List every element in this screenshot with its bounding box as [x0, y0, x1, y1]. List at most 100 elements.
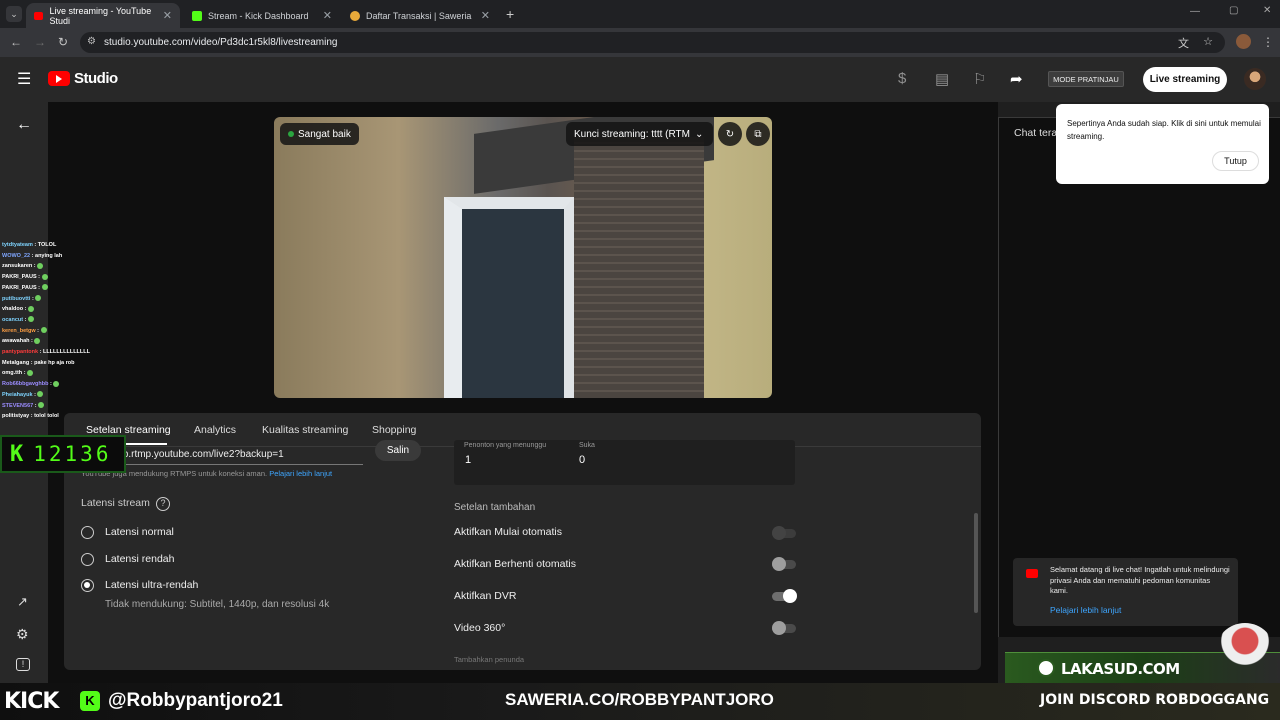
lakasud-logo-icon — [1037, 659, 1055, 677]
mascot-image — [1215, 623, 1275, 683]
overlay-chat-line: Metalgang : pake hp aja rob — [2, 359, 75, 366]
toggle-auto-start[interactable] — [772, 526, 796, 540]
monetization-icon[interactable]: $ — [898, 70, 906, 87]
chat-emote-icon — [41, 284, 48, 291]
help-icon[interactable]: ? — [156, 497, 170, 511]
chat-username: vhaldoo — [2, 306, 24, 313]
back-icon[interactable]: ← — [10, 35, 22, 49]
tab-stream-quality[interactable]: Kualitas streaming — [262, 424, 348, 436]
overlay-chat-line: ocancut : — [2, 315, 122, 326]
overlay-chat-line: Rob66bbgavghbb : — [2, 379, 122, 390]
clapperboard-icon[interactable]: ▤ — [935, 70, 949, 88]
kick-logo-icon: K — [80, 691, 100, 711]
refresh-key-icon[interactable]: ↻ — [718, 122, 742, 146]
preview-mode-button[interactable]: MODE PRATINJAU — [1048, 71, 1124, 87]
kick-brand: KICK — [4, 689, 59, 714]
copy-key-icon[interactable]: ⧉ — [746, 122, 770, 146]
radio-latency-ultra-low[interactable] — [81, 579, 94, 592]
chat-emote-icon — [37, 391, 44, 398]
overlay-chat-line: pantypantonk : LLLLLLLLLLLLLL — [2, 349, 90, 356]
browser-toolbar: ← → ↻ ⚙ studio.youtube.com/video/Pd3dc1r… — [0, 28, 1280, 57]
chat-username: Rob66bbgavghbb — [2, 381, 49, 388]
minimize-window-icon[interactable]: — — [1190, 6, 1200, 17]
chat-welcome-card: Selamat datang di live chat! Ingatlah un… — [1013, 558, 1238, 626]
kick-viewer-counter: K 12136 — [0, 435, 126, 473]
site-info-icon[interactable]: ⚙ — [87, 36, 96, 47]
toggle-dvr[interactable] — [772, 589, 797, 603]
new-tab-button[interactable]: + — [506, 6, 514, 22]
panel-scrollbar[interactable] — [974, 513, 978, 613]
youtube-favicon-icon — [34, 11, 44, 20]
live-streaming-button[interactable]: Live streaming — [1143, 67, 1227, 92]
chat-username: putibuovtti — [2, 295, 31, 302]
hamburger-menu-icon[interactable]: ☰ — [17, 69, 31, 89]
lakasud-text: LAKASUD.COM — [1061, 660, 1180, 678]
tab-shopping[interactable]: Shopping — [372, 424, 416, 436]
backup-url-field[interactable]: /b.rtmp.youtube.com/live2?backup=1 — [120, 447, 363, 465]
chat-emote-icon — [38, 402, 45, 409]
overlay-chat-line: omg.tth : — [2, 368, 122, 379]
chat-username: omg.tth — [2, 370, 23, 377]
lakasud-banner: LAKASUD.COM — [1005, 623, 1280, 683]
bookmark-icon[interactable]: ⚐ — [973, 70, 986, 88]
stats-box: Penonton yang menunggu 1 Suka 0 — [454, 440, 795, 485]
profile-avatar[interactable] — [1236, 34, 1251, 49]
health-dot-icon — [288, 131, 294, 137]
restore-window-icon[interactable]: ▢ — [1229, 5, 1238, 16]
close-tab-icon[interactable]: ✕ — [323, 9, 332, 22]
extra-settings-title: Setelan tambahan — [454, 502, 536, 513]
tab-youtube-studio[interactable]: Live streaming - YouTube Studi ✕ — [26, 3, 180, 28]
discord-invite: JOIN DISCORD ROBDOGGANG — [1040, 692, 1270, 708]
tab-title: Stream - Kick Dashboard — [208, 10, 309, 21]
chat-emote-icon — [40, 327, 47, 334]
reload-icon[interactable]: ↻ — [58, 35, 68, 49]
close-window-icon[interactable]: ✕ — [1263, 5, 1271, 16]
studio-logo[interactable]: Studio — [48, 70, 118, 87]
overlay-chat-line: WOWO_22 : anying lah — [2, 252, 63, 259]
translate-icon[interactable]: 文 — [1178, 35, 1189, 51]
kick-favicon-icon — [192, 10, 202, 21]
chat-username: politistyay — [2, 413, 30, 420]
close-tab-icon[interactable]: ✕ — [481, 9, 490, 22]
studio-header: ☰ Studio $ ▤ ⚐ ➦ MODE PRATINJAU Live str… — [0, 57, 1280, 102]
chat-title[interactable]: Chat tera — [1014, 127, 1057, 139]
overlay-chat-line: politistyay : tolol tolol — [2, 413, 59, 420]
back-arrow-icon[interactable]: ← — [16, 116, 32, 134]
tab-title: Daftar Transaksi | Saweria — [366, 10, 472, 21]
rtmps-learn-more-link[interactable]: Pelajari lebih lanjut — [269, 469, 332, 478]
toggle-360-video[interactable] — [772, 621, 796, 635]
stream-key-dropdown[interactable]: Kunci streaming: tttt (RTMI ⌄ — [566, 122, 713, 146]
kick-logo-icon: K — [10, 441, 24, 467]
chat-message: LLLLLLLLLLLLLL — [42, 349, 90, 356]
youtube-logo-icon — [48, 71, 70, 86]
stream-bottom-bar: KICK K @Robbypantjoro21 SAWERIA.CO/ROBBY… — [0, 683, 1280, 720]
tab-kick-dashboard[interactable]: Stream - Kick Dashboard ✕ — [184, 3, 340, 28]
copy-url-button[interactable]: Salin — [375, 440, 421, 461]
forward-icon[interactable]: → — [34, 35, 46, 49]
stream-preview[interactable]: Sangat baik Kunci streaming: tttt (RTMI … — [274, 117, 772, 398]
share-icon[interactable]: ➦ — [1010, 70, 1023, 88]
tab-saweria[interactable]: Daftar Transaksi | Saweria ✕ — [342, 3, 498, 28]
tab-list-button[interactable]: ⌄ — [6, 6, 22, 22]
bookmark-star-icon[interactable]: ☆ — [1203, 35, 1213, 48]
radio-latency-low[interactable] — [81, 553, 94, 566]
close-popup-button[interactable]: Tutup — [1212, 151, 1259, 171]
channel-avatar[interactable] — [1244, 68, 1266, 90]
youtube-logo-icon — [1026, 569, 1038, 578]
close-tab-icon[interactable]: ✕ — [163, 9, 172, 22]
browser-menu-icon[interactable]: ⋮ — [1262, 35, 1274, 49]
overlay-chat-line: tytdtyateam : TOLOL — [2, 242, 57, 248]
external-link-icon[interactable]: ↗ — [17, 594, 28, 610]
settings-gear-icon[interactable]: ⚙ — [16, 626, 29, 643]
overlay-chat-line: putibuovtti : — [2, 294, 122, 305]
chat-message: TOLOL — [37, 242, 57, 248]
overlay-chat-line: zansukaren : — [2, 261, 122, 272]
tab-analytics[interactable]: Analytics — [194, 424, 236, 436]
chat-emote-icon — [27, 316, 34, 323]
chat-username: zansukaren — [2, 263, 33, 270]
toggle-auto-stop[interactable] — [772, 557, 796, 571]
address-bar[interactable]: ⚙ studio.youtube.com/video/Pd3dc1r5kl8/l… — [80, 32, 1225, 53]
welcome-learn-more-link[interactable]: Pelajari lebih lanjut — [1050, 605, 1121, 615]
feedback-icon[interactable]: ! — [16, 658, 30, 671]
radio-latency-normal[interactable] — [81, 526, 94, 539]
